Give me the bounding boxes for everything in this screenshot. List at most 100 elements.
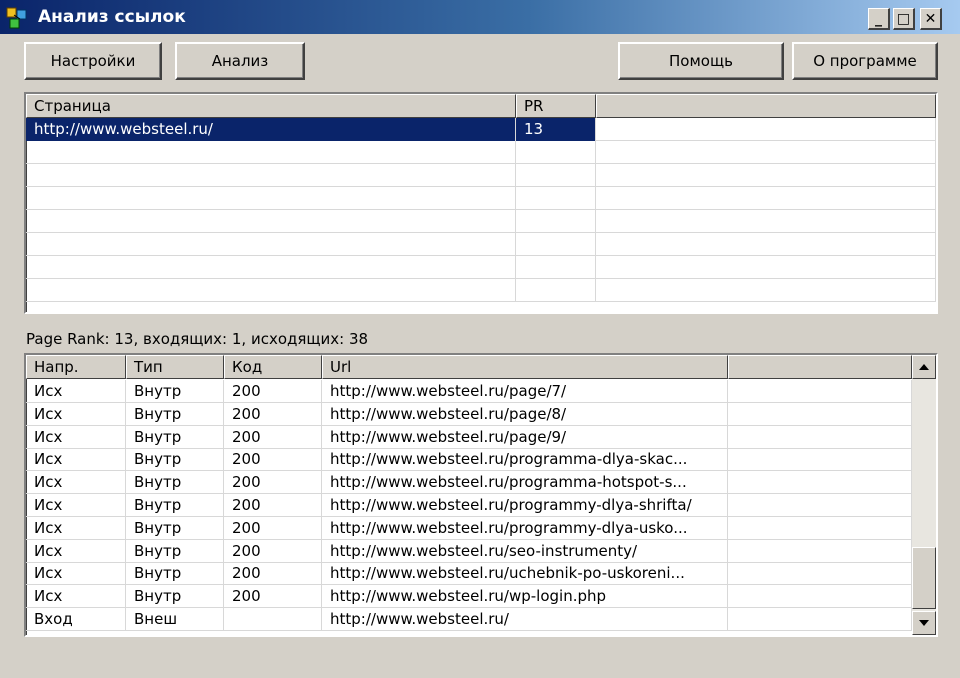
cell-extra xyxy=(728,562,912,586)
table-row[interactable]: Исх Внутр 200 http://www.websteel.ru/progra… xyxy=(26,516,912,540)
cell-code: 200 xyxy=(224,516,322,540)
cell-code: 200 xyxy=(224,539,322,563)
vertical-scrollbar[interactable] xyxy=(912,355,936,635)
table-row[interactable]: Исх Внутр 200 http://www.websteel.ru/page/8… xyxy=(26,402,912,426)
table-row[interactable] xyxy=(26,279,936,302)
table-row[interactable] xyxy=(26,233,936,256)
maximize-button[interactable]: □ xyxy=(893,8,915,30)
column-header-empty[interactable] xyxy=(596,94,936,118)
cell-direction: Исх xyxy=(26,402,126,426)
cell-type: Внутр xyxy=(126,562,224,586)
about-button[interactable]: О программе xyxy=(792,42,938,80)
table-row[interactable]: Исх Внутр 200 http://www.websteel.ru/page/9… xyxy=(26,425,912,449)
table-row[interactable]: Исх Внутр 200 http://www.websteel.ru/seo-in… xyxy=(26,539,912,563)
cell-code xyxy=(224,608,322,631)
cell-direction: Исх xyxy=(26,585,126,609)
scroll-up-button[interactable] xyxy=(912,355,936,379)
table-row[interactable] xyxy=(26,187,936,210)
window-title: Анализ ссылок xyxy=(38,7,186,27)
scroll-thumb[interactable] xyxy=(912,547,936,609)
pages-list[interactable]: Страница PR http://www.websteel.ru/13 xyxy=(24,92,938,314)
cell-url: http://www.websteel.ru/ xyxy=(322,608,728,631)
cell-pr xyxy=(516,164,596,187)
table-row[interactable]: http://www.websteel.ru/13 xyxy=(26,118,936,141)
table-row[interactable]: Вход Внеш http://www.websteel.ru/ xyxy=(26,608,912,631)
cell-extra xyxy=(728,585,912,609)
cell-type: Внутр xyxy=(126,380,224,403)
cell-url: http://www.websteel.ru/programma-hotspot… xyxy=(322,471,728,495)
cell-direction: Исх xyxy=(26,494,126,517)
cell-direction: Исх xyxy=(26,516,126,540)
cell-extra xyxy=(728,425,912,449)
table-row[interactable]: Исх Внутр 200 http://www.websteel.ru/wp-log… xyxy=(26,585,912,609)
cell-page xyxy=(26,164,516,187)
cell-empty xyxy=(596,233,936,256)
cell-pr xyxy=(516,233,596,256)
cell-pr xyxy=(516,279,596,302)
column-header-code[interactable]: Код xyxy=(224,355,322,379)
table-row[interactable] xyxy=(26,256,936,279)
cell-direction: Исх xyxy=(26,471,126,495)
cell-type: Внутр xyxy=(126,425,224,449)
cell-code: 200 xyxy=(224,402,322,426)
analysis-button[interactable]: Анализ xyxy=(175,42,305,80)
column-header-direction[interactable]: Напр. xyxy=(26,355,126,379)
table-row[interactable]: Исх Внутр 200 http://www.websteel.ru/page/7… xyxy=(26,380,912,403)
column-header-pr[interactable]: PR xyxy=(516,94,596,118)
table-row[interactable] xyxy=(26,141,936,164)
cell-empty xyxy=(596,187,936,210)
cell-pr xyxy=(516,141,596,164)
cell-page xyxy=(26,210,516,233)
cell-direction: Исх xyxy=(26,448,126,472)
cell-code: 200 xyxy=(224,425,322,449)
column-header-page[interactable]: Страница xyxy=(26,94,516,118)
scroll-up-arrow-icon xyxy=(919,364,929,370)
help-button[interactable]: Помощь xyxy=(618,42,784,80)
title-bar[interactable]: Анализ ссылок _ □ ✕ xyxy=(0,0,960,34)
table-row[interactable]: Исх Внутр 200 http://www.websteel.ru/uchebn… xyxy=(26,562,912,586)
table-row[interactable] xyxy=(26,164,936,187)
cell-url: http://www.websteel.ru/wp-login.php xyxy=(322,585,728,609)
cell-code: 200 xyxy=(224,494,322,517)
cell-url: http://www.websteel.ru/programmy-dlya-sh… xyxy=(322,494,728,517)
cell-extra xyxy=(728,608,912,631)
cell-direction: Исх xyxy=(26,380,126,403)
cell-direction: Исх xyxy=(26,562,126,586)
app-icon xyxy=(6,7,27,29)
links-list[interactable]: Напр. Тип Код Url Исх Внутр 200 http://www.… xyxy=(24,353,938,637)
cell-type: Внеш xyxy=(126,608,224,631)
minimize-button[interactable]: _ xyxy=(868,8,890,30)
cell-code: 200 xyxy=(224,471,322,495)
cell-empty xyxy=(596,141,936,164)
cell-pr: 13 xyxy=(516,118,596,141)
table-row[interactable] xyxy=(26,210,936,233)
cell-extra xyxy=(728,448,912,472)
cell-type: Внутр xyxy=(126,585,224,609)
table-row[interactable]: Исх Внутр 200 http://www.websteel.ru/progra… xyxy=(26,448,912,472)
cell-url: http://www.websteel.ru/seo-instrumenty/ xyxy=(322,539,728,563)
cell-url: http://www.websteel.ru/page/9/ xyxy=(322,425,728,449)
settings-button[interactable]: Настройки xyxy=(24,42,162,80)
column-header-url[interactable]: Url xyxy=(322,355,728,379)
cell-type: Внутр xyxy=(126,494,224,517)
cell-extra xyxy=(728,539,912,563)
cell-type: Внутр xyxy=(126,516,224,540)
table-row[interactable]: Исх Внутр 200 http://www.websteel.ru/progra… xyxy=(26,471,912,495)
cell-pr xyxy=(516,256,596,279)
close-button[interactable]: ✕ xyxy=(920,8,942,30)
cell-code: 200 xyxy=(224,562,322,586)
cell-type: Внутр xyxy=(126,539,224,563)
scroll-down-arrow-icon xyxy=(919,620,929,626)
cell-page: http://www.websteel.ru/ xyxy=(26,118,516,141)
cell-code: 200 xyxy=(224,448,322,472)
table-row[interactable]: Исх Внутр 200 http://www.websteel.ru/progra… xyxy=(26,494,912,517)
cell-code: 200 xyxy=(224,380,322,403)
column-header-extra[interactable] xyxy=(728,355,912,379)
cell-url: http://www.websteel.ru/uchebnik-po-uskor… xyxy=(322,562,728,586)
scroll-down-button[interactable] xyxy=(912,611,936,635)
column-header-type[interactable]: Тип xyxy=(126,355,224,379)
cell-type: Внутр xyxy=(126,471,224,495)
cell-url: http://www.websteel.ru/programmy-dlya-us… xyxy=(322,516,728,540)
cell-url: http://www.websteel.ru/programma-dlya-sk… xyxy=(322,448,728,472)
cell-page xyxy=(26,141,516,164)
